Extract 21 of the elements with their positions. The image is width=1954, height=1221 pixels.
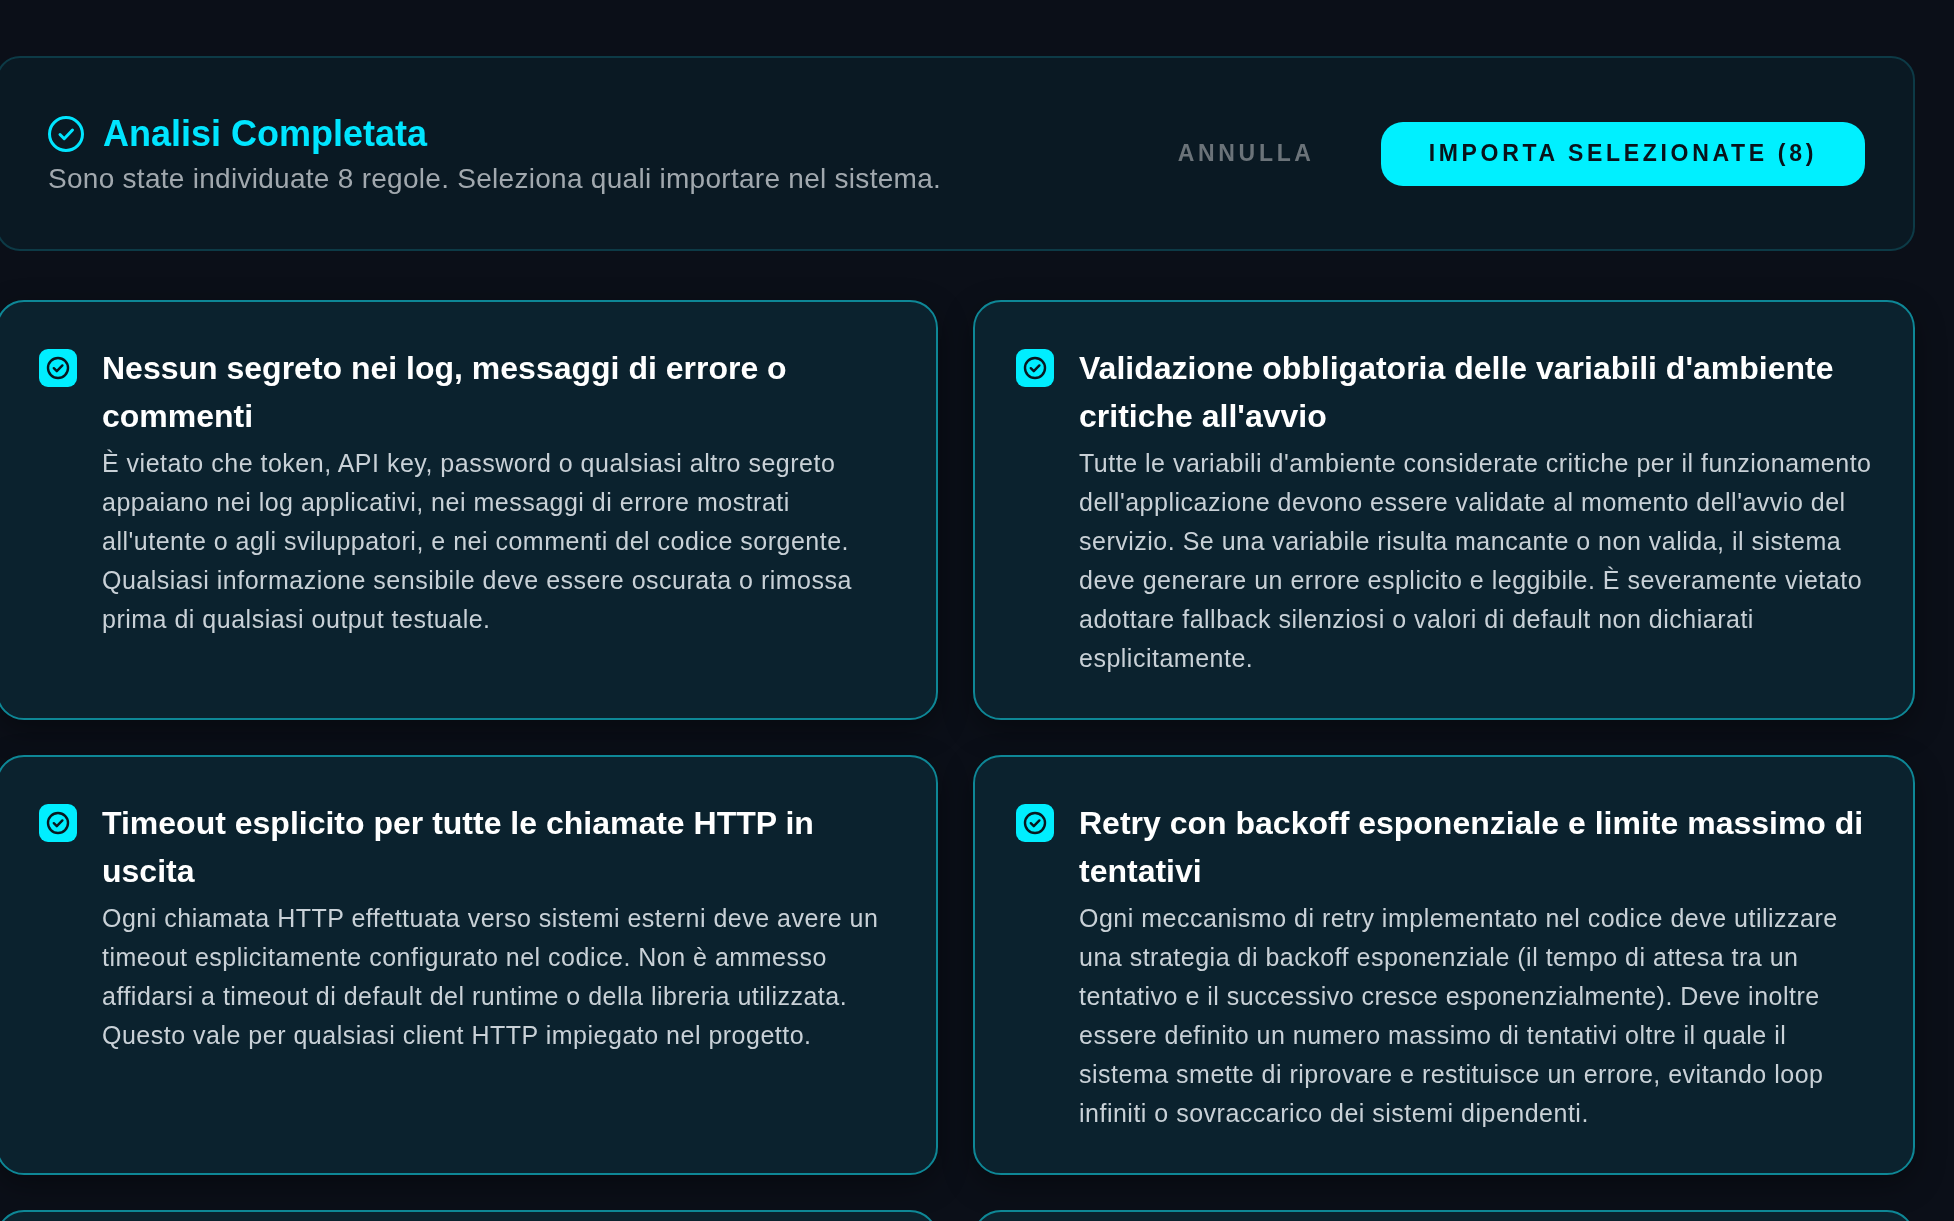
rule-description: Ogni meccanismo di retry implementato nel codice deve utilizzare una strategia di backoff esponenziale (il tempo di attesa tra un tentativo e il successivo cresce esponenzialmente). Deve inoltre essere definito un numero massimo di tentativi oltre il quale il sistema smette di riprovare e restituisce un errore, evitando loop infiniti o sovraccarico dei sistemi dipendenti. [1079, 903, 1839, 1129]
checkbox[interactable] [1016, 349, 1054, 387]
rule-description: Tutte le variabili d'ambiente considerate critiche per il funzionamento dell'applicazione devono essere validate al momento dell'avvio del servizio. Se una variabile risulta mancante o non valida, il sistema deve generare un errore esplicito e leggibile. È severamente vietato adottare fallback silenziosi o valori di default non dichiarati esplicitamente. [1079, 448, 1873, 674]
checkbox[interactable] [39, 349, 77, 387]
rule-description: Ogni chiamata HTTP effettuata verso sistemi esterni deve avere un timeout esplicitamente configurato nel codice. Non è ammesso affidarsi a timeout di default del runtime o della libreria utilizzata. Questo vale per qualsiasi client HTTP impiegato nel progetto. [102, 903, 880, 1051]
rule-title: Validazione obbligatoria delle variabili d'ambiente critiche all'avvio [1079, 349, 1835, 436]
rule-description: È vietato che token, API key, password o qualsiasi altro segreto appaiano nei log applicativi, nei messaggi di errore mostrati all'utente o agli sviluppatori, e nei commenti del codice sorgente. Qualsiasi informazione sensibile deve essere oscurata o rimossa prima di qualsiasi output testuale. [102, 448, 853, 635]
panel-title: Analisi Completata [103, 111, 428, 156]
checkbox[interactable] [39, 804, 77, 842]
check-circle-icon [48, 115, 84, 152]
rule-card[interactable] [973, 755, 1915, 1175]
rule-title: Timeout esplicito per tutte le chiamate HTTP in uscita [102, 804, 815, 891]
rule-title: Nessun segreto nei log, messaggi di errore o commenti [102, 349, 788, 436]
import-button[interactable]: IMPORTA SELEZIONATE (8) [1380, 121, 1865, 186]
rule-card[interactable] [0, 300, 938, 720]
checkbox[interactable] [1016, 804, 1054, 842]
rule-card[interactable] [0, 755, 938, 1175]
rule-card[interactable] [973, 300, 1915, 720]
panel-subtitle: Sono state individuate 8 regole. Seleziona quali importare nel sistema. [48, 161, 942, 196]
rule-title: Retry con backoff esponenziale e limite massimo di tentativi [1079, 804, 1865, 891]
cancel-button[interactable]: ANNULLA [1169, 121, 1323, 186]
